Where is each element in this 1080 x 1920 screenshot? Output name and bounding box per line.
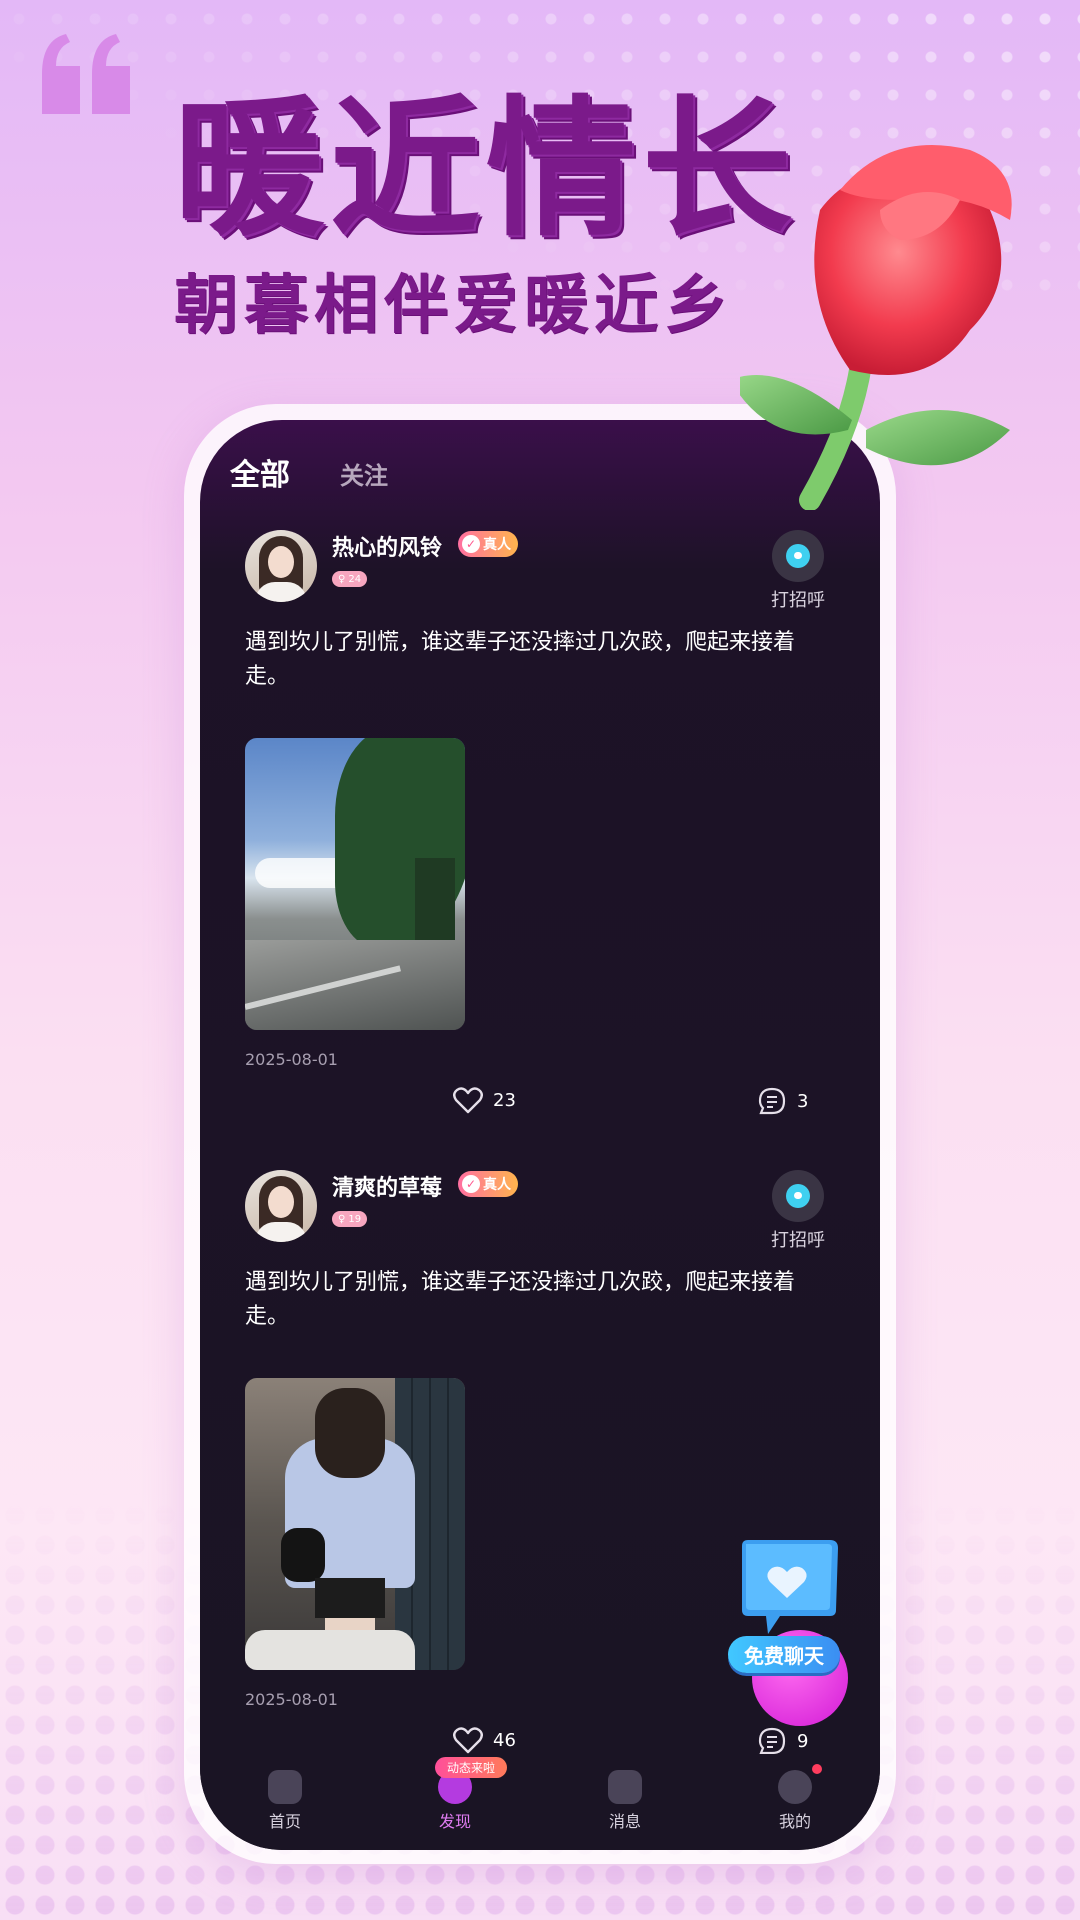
greet-button[interactable]: 打招呼 [765, 530, 831, 612]
post-photo[interactable] [245, 1378, 465, 1670]
check-icon: ✓ [462, 1175, 480, 1193]
rose-icon [740, 145, 1012, 510]
nav-label: 消息 [608, 1812, 641, 1831]
heart-icon [453, 1087, 483, 1114]
comment-button[interactable]: 9 [757, 1726, 808, 1756]
check-icon: ✓ [462, 535, 480, 553]
like-count: 46 [493, 1729, 516, 1751]
greet-label: 打招呼 [771, 590, 825, 611]
feed-post: 热心的风铃 ✓ 真人 ♀ 24 打招呼 遇到坎儿了别慌，谁这辈子还没摔过几次跤，… [245, 530, 830, 1130]
post-content: 遇到坎儿了别慌，谁这辈子还没摔过几次跤，爬起来接着走。 [245, 1270, 796, 1329]
comment-icon [758, 1087, 786, 1115]
like-button[interactable]: 23 [453, 1086, 516, 1114]
chat-bubble-icon [786, 1184, 810, 1208]
post-photo[interactable] [245, 738, 465, 1030]
promo-subhead: 朝暮相伴爱暖近乡 [174, 269, 734, 343]
message-icon [608, 1770, 642, 1804]
nav-label: 发现 [438, 1812, 471, 1831]
post-content: 遇到坎儿了别慌，谁这辈子还没摔过几次跤，爬起来接着走。 [245, 630, 796, 689]
bottom-nav: 首页 发现 消息 我的 动态来啦 [200, 1754, 880, 1850]
tab-all[interactable]: 全部 [230, 450, 290, 494]
post-date: 2025-08-01 [245, 1050, 338, 1069]
comment-button[interactable]: 3 [757, 1086, 808, 1116]
nav-label: 首页 [268, 1812, 301, 1831]
nav-label: 我的 [778, 1812, 811, 1831]
feed-tabs: 全部 关注 [230, 450, 388, 494]
heart-icon [453, 1727, 483, 1754]
greet-button[interactable]: 打招呼 [765, 1170, 831, 1252]
nav-item-messages[interactable]: 消息 [575, 1754, 675, 1832]
username[interactable]: 热心的风铃 [332, 530, 442, 562]
tab-follow[interactable]: 关注 [340, 456, 388, 494]
nav-item-home[interactable]: 首页 [235, 1754, 335, 1832]
age-tag: ♀ 19 [332, 1211, 368, 1227]
post-date: 2025-08-01 [245, 1690, 338, 1709]
heart-chat-icon[interactable] [732, 1538, 842, 1638]
comment-icon [758, 1727, 786, 1755]
profile-icon [778, 1770, 812, 1804]
greet-label: 打招呼 [771, 1230, 825, 1251]
gender-icon: ♀ [338, 1213, 346, 1225]
nav-item-profile[interactable]: 我的 [745, 1754, 845, 1832]
age-tag: ♀ 24 [332, 571, 368, 587]
avatar[interactable] [245, 530, 317, 602]
new-posts-pill[interactable]: 动态来啦 [435, 1757, 508, 1778]
notification-dot [812, 1764, 822, 1774]
username[interactable]: 清爽的草莓 [332, 1170, 442, 1202]
promo-headline: 暖近情长 [174, 83, 799, 257]
comment-count: 3 [797, 1090, 809, 1112]
avatar[interactable] [245, 1170, 317, 1242]
like-count: 23 [493, 1089, 516, 1111]
home-icon [268, 1770, 302, 1804]
free-chat-label[interactable]: 免费聊天 [728, 1636, 840, 1673]
feed-post: 清爽的草莓 ✓ 真人 ♀ 19 打招呼 遇到坎儿了别慌，谁这辈子还没摔过几次跤，… [245, 1170, 830, 1770]
chat-bubble-icon [786, 544, 810, 568]
gender-icon: ♀ [338, 573, 346, 585]
quote-mark-icon [42, 34, 130, 114]
comment-count: 9 [797, 1730, 809, 1752]
verified-badge: ✓ 真人 [458, 1171, 518, 1197]
verified-badge: ✓ 真人 [458, 531, 518, 557]
like-button[interactable]: 46 [453, 1726, 516, 1754]
